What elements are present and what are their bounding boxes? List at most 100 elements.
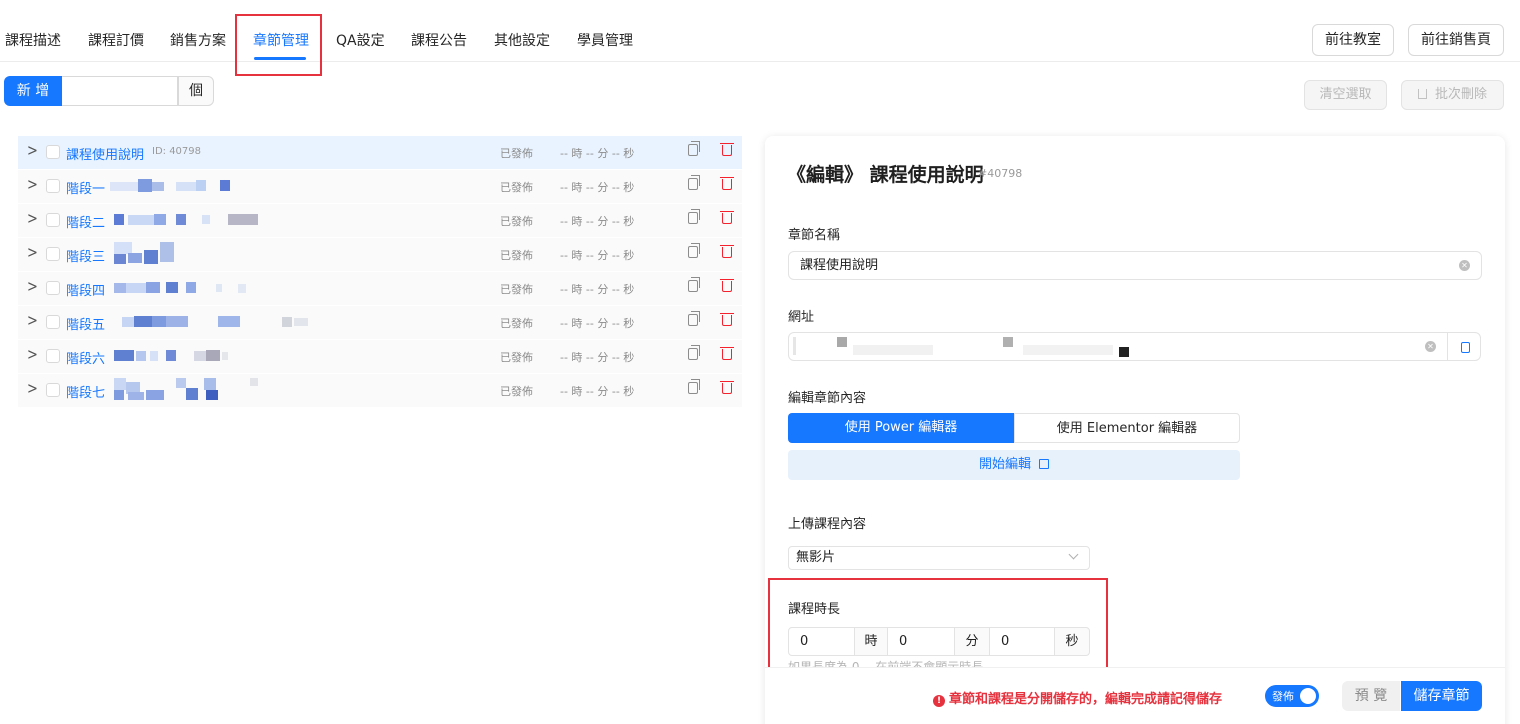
add-count-suffix: 個 xyxy=(178,76,214,106)
chapter-title[interactable]: 階段四 xyxy=(66,280,105,299)
chevron-down-icon xyxy=(1068,549,1079,560)
elementor-editor-option[interactable]: 使用 Elementor 編輯器 xyxy=(1014,413,1240,443)
blurred-title-text xyxy=(108,178,268,196)
chapter-title[interactable]: 階段五 xyxy=(66,314,105,333)
blurred-title-text xyxy=(114,242,214,264)
chapter-duration: -- 時 -- 分 -- 秒 xyxy=(560,385,635,398)
power-editor-option[interactable]: 使用 Power 編輯器 xyxy=(788,413,1014,443)
row-checkbox[interactable] xyxy=(46,349,60,363)
chapter-duration: -- 時 -- 分 -- 秒 xyxy=(560,249,635,262)
copy-icon[interactable] xyxy=(688,141,700,156)
chevron-right-icon[interactable]: > xyxy=(27,177,38,195)
unsaved-warning: ! 章節和課程是分開儲存的，編輯完成請記得儲存 xyxy=(933,688,1222,707)
chapter-list: > 課程使用說明 ID: 40798 已發佈 -- 時 -- 分 -- 秒 > … xyxy=(18,136,742,408)
chapter-row[interactable]: > 階段一 已發佈 -- 時 -- 分 -- 秒 xyxy=(18,170,742,204)
chapter-status: 已發佈 xyxy=(500,385,533,398)
row-checkbox[interactable] xyxy=(46,383,60,397)
chapter-status: 已發佈 xyxy=(500,283,533,296)
tab-course-description[interactable]: 課程描述 xyxy=(5,30,61,50)
go-to-sales-page-button[interactable]: 前往銷售頁 xyxy=(1408,24,1504,56)
batch-delete-label: 批次刪除 xyxy=(1434,87,1487,102)
chapter-status: 已發佈 xyxy=(500,181,533,194)
row-checkbox[interactable] xyxy=(46,247,60,261)
tab-sales-plans[interactable]: 銷售方案 xyxy=(170,30,226,50)
chapter-title[interactable]: 課程使用說明 xyxy=(66,144,144,163)
chapter-title[interactable]: 階段六 xyxy=(66,348,105,367)
row-checkbox[interactable] xyxy=(46,281,60,295)
seconds-unit: 秒 xyxy=(1054,627,1090,656)
delete-icon[interactable] xyxy=(720,381,734,394)
tab-course-pricing[interactable]: 課程訂價 xyxy=(88,30,144,50)
copy-icon[interactable] xyxy=(688,243,700,258)
chapter-row[interactable]: > 階段七 已發佈 -- 時 -- 分 -- 秒 xyxy=(18,374,742,408)
chapter-row[interactable]: > 階段六 已發佈 -- 時 -- 分 -- 秒 xyxy=(18,340,742,374)
delete-icon[interactable] xyxy=(720,211,734,224)
row-checkbox[interactable] xyxy=(46,179,60,193)
url-input[interactable]: ✕ xyxy=(788,332,1448,361)
chapter-row[interactable]: > 階段二 已發佈 -- 時 -- 分 -- 秒 xyxy=(18,204,742,238)
tab-qa-settings[interactable]: QA設定 xyxy=(336,30,385,50)
minutes-input[interactable]: 0 xyxy=(887,627,955,656)
tab-other-settings[interactable]: 其他設定 xyxy=(494,30,550,50)
hours-input[interactable]: 0 xyxy=(788,627,855,656)
external-link-icon xyxy=(1039,459,1049,469)
chapter-row[interactable]: > 階段四 已發佈 -- 時 -- 分 -- 秒 xyxy=(18,272,742,306)
chapter-status: 已發佈 xyxy=(500,351,533,364)
chevron-right-icon[interactable]: > xyxy=(27,245,38,263)
chapter-row[interactable]: > 課程使用說明 ID: 40798 已發佈 -- 時 -- 分 -- 秒 xyxy=(18,136,742,170)
duration-label: 課程時長 xyxy=(788,602,841,617)
chapter-row[interactable]: > 階段五 已發佈 -- 時 -- 分 -- 秒 xyxy=(18,306,742,340)
delete-icon[interactable] xyxy=(720,245,734,258)
row-checkbox[interactable] xyxy=(46,315,60,329)
chevron-right-icon[interactable]: > xyxy=(27,347,38,365)
preview-button[interactable]: 預 覽 xyxy=(1342,681,1400,711)
chapter-title[interactable]: 階段二 xyxy=(66,212,105,231)
delete-icon[interactable] xyxy=(720,279,734,292)
chapter-status: 已發佈 xyxy=(500,249,533,262)
delete-icon[interactable] xyxy=(720,313,734,326)
video-select[interactable]: 無影片 xyxy=(788,546,1090,570)
seconds-input[interactable]: 0 xyxy=(989,627,1055,656)
chevron-right-icon[interactable]: > xyxy=(27,211,38,229)
delete-icon[interactable] xyxy=(720,177,734,190)
add-count-input[interactable] xyxy=(62,76,178,106)
copy-icon[interactable] xyxy=(688,379,700,394)
clear-icon[interactable]: ✕ xyxy=(1425,341,1436,352)
clear-icon[interactable]: ✕ xyxy=(1459,260,1470,271)
row-checkbox[interactable] xyxy=(46,145,60,159)
add-button[interactable]: 新 增 xyxy=(4,76,62,106)
chapter-title[interactable]: 階段三 xyxy=(66,246,105,265)
chapter-title[interactable]: 階段一 xyxy=(66,178,105,197)
chevron-right-icon[interactable]: > xyxy=(27,381,38,399)
start-edit-button[interactable]: 開始編輯 xyxy=(788,450,1240,480)
copy-icon[interactable] xyxy=(688,209,700,224)
delete-icon[interactable] xyxy=(720,347,734,360)
chevron-right-icon[interactable]: > xyxy=(27,279,38,297)
copy-icon[interactable] xyxy=(688,175,700,190)
blurred-title-text xyxy=(114,314,324,332)
tab-course-announcements[interactable]: 課程公告 xyxy=(411,30,467,50)
publish-toggle[interactable]: 發佈 xyxy=(1265,685,1319,707)
chevron-right-icon[interactable]: > xyxy=(27,313,38,331)
blurred-title-text xyxy=(114,378,274,400)
copy-icon[interactable] xyxy=(688,345,700,360)
copy-icon[interactable] xyxy=(688,277,700,292)
chapter-duration: -- 時 -- 分 -- 秒 xyxy=(560,215,635,228)
row-checkbox[interactable] xyxy=(46,213,60,227)
save-chapter-button[interactable]: 儲存章節 xyxy=(1401,681,1482,711)
batch-delete-button[interactable]: 批次刪除 xyxy=(1401,80,1504,110)
copy-url-button[interactable] xyxy=(1447,332,1481,361)
chevron-right-icon[interactable]: > xyxy=(27,143,38,161)
active-tab-indicator xyxy=(254,57,306,60)
clear-selection-button[interactable]: 清空選取 xyxy=(1304,80,1387,110)
chapter-row[interactable]: > 階段三 已發佈 -- 時 -- 分 -- 秒 xyxy=(18,238,742,272)
tab-chapter-management[interactable]: 章節管理 xyxy=(253,30,309,50)
tab-student-management[interactable]: 學員管理 xyxy=(577,30,633,50)
chapter-status: 已發佈 xyxy=(500,317,533,330)
go-to-classroom-button[interactable]: 前往教室 xyxy=(1312,24,1394,56)
copy-icon[interactable] xyxy=(688,311,700,326)
delete-icon[interactable] xyxy=(720,143,734,156)
chapter-name-input[interactable]: 課程使用說明 ✕ xyxy=(788,251,1482,280)
chapter-title[interactable]: 階段七 xyxy=(66,382,105,401)
chapter-duration: -- 時 -- 分 -- 秒 xyxy=(560,283,635,296)
